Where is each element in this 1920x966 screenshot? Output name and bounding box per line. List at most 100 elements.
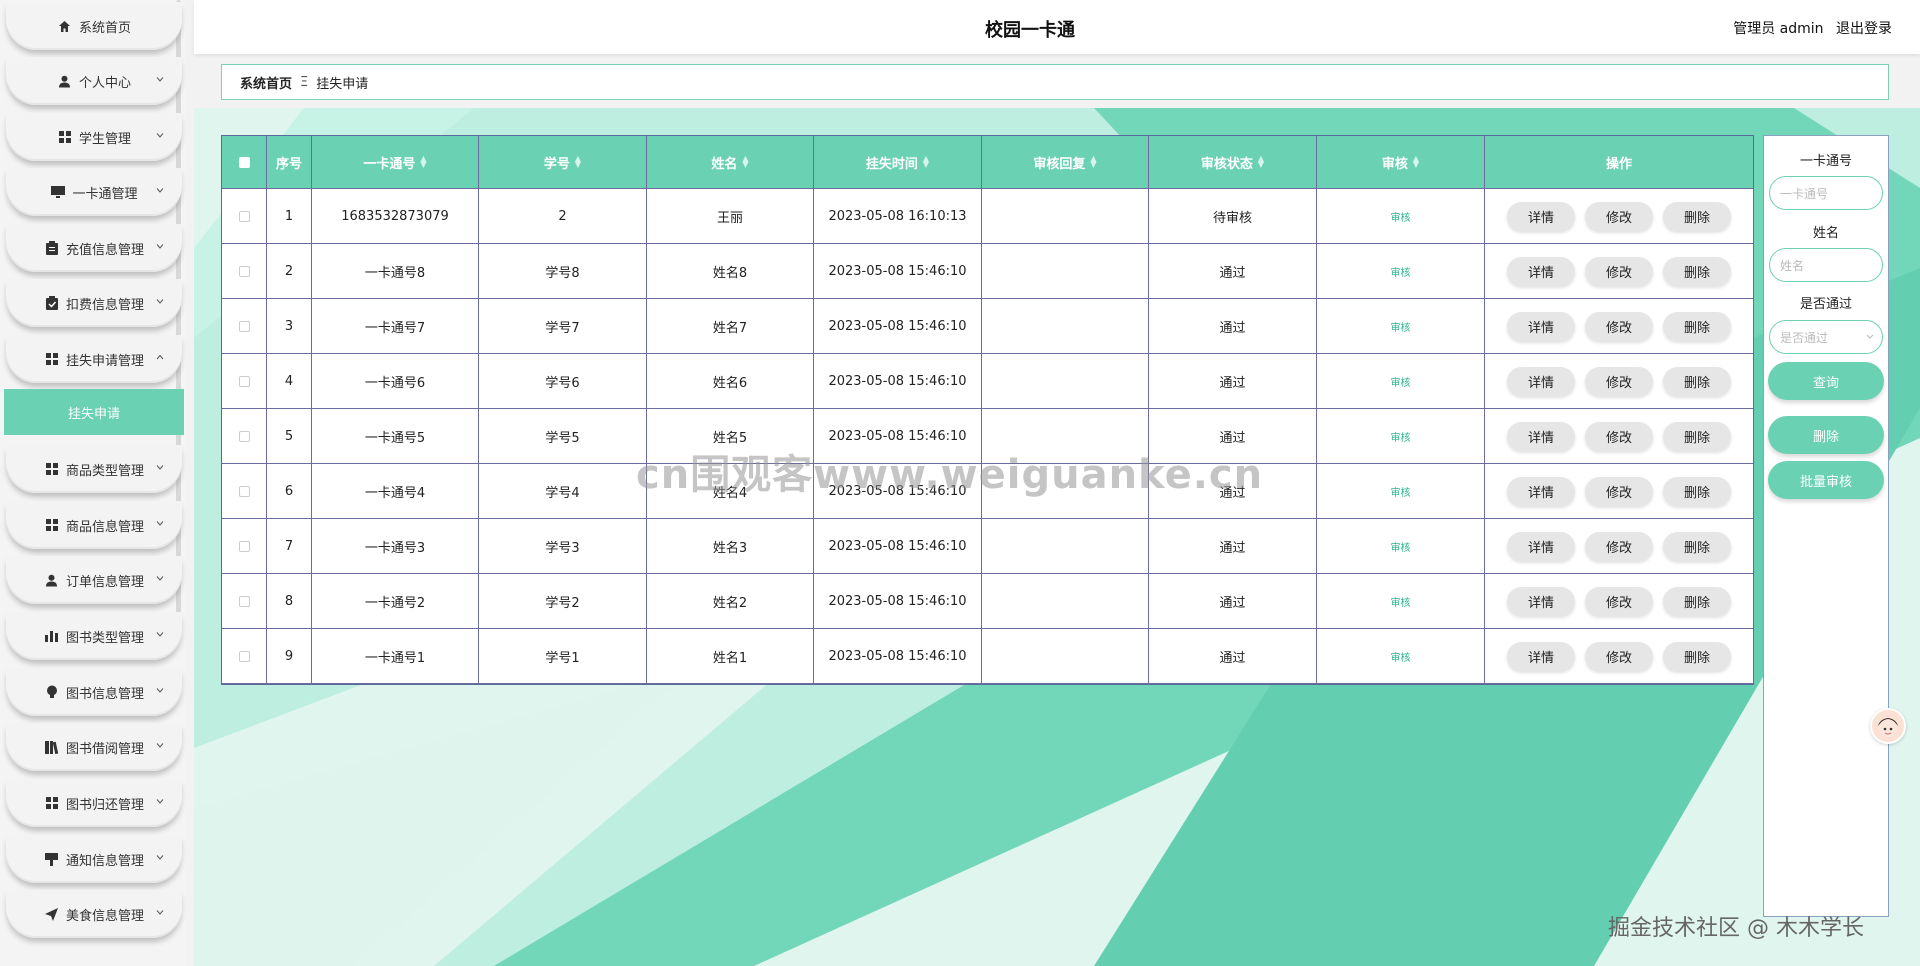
delete-row-button[interactable]: 删除 [1663,256,1731,286]
sidebar-item[interactable]: 图书类型管理 [6,612,182,660]
sidebar-item[interactable]: 挂失申请管理 [6,335,182,383]
audit-link[interactable]: 审核 [1391,649,1411,664]
column-header[interactable]: 姓名 ▲ ▼ [647,136,814,189]
edit-button[interactable]: 修改 [1585,586,1653,616]
sidebar-item[interactable]: 商品信息管理 [6,501,182,549]
cell-audit: 审核 [1317,519,1485,574]
audit-link[interactable]: 审核 [1391,209,1411,224]
row-checkbox[interactable] [238,595,250,607]
row-checkbox[interactable] [238,485,250,497]
column-header[interactable]: 一卡通号 ▲ ▼ [312,136,479,189]
edit-button[interactable]: 修改 [1585,256,1653,286]
audit-link[interactable]: 审核 [1391,484,1411,499]
card-no-input[interactable]: 一卡通号 [1769,176,1883,210]
edit-button[interactable]: 修改 [1585,476,1653,506]
column-header[interactable]: 审核 ▲ ▼ [1317,136,1485,189]
edit-button[interactable]: 修改 [1585,641,1653,671]
row-select-cell [222,354,267,409]
row-checkbox[interactable] [238,540,250,552]
sidebar-subitem-active[interactable]: 挂失申请 [4,389,184,435]
delete-row-button[interactable]: 删除 [1663,311,1731,341]
column-header[interactable]: 学号 ▲ ▼ [479,136,647,189]
name-input[interactable]: 姓名 [1769,248,1883,282]
sort-icon[interactable]: ▲ ▼ [1090,155,1096,169]
sidebar-item[interactable]: 一卡通管理 [6,168,182,216]
audit-link[interactable]: 审核 [1391,539,1411,554]
delete-row-button[interactable]: 删除 [1663,476,1731,506]
detail-button[interactable]: 详情 [1507,311,1575,341]
audit-link[interactable]: 审核 [1391,319,1411,334]
audit-link[interactable]: 审核 [1391,594,1411,609]
cell-loss-time: 2023-05-08 15:46:10 [814,244,982,299]
logout-link[interactable]: 退出登录 [1836,21,1892,37]
column-header[interactable]: 挂失时间 ▲ ▼ [814,136,982,189]
column-header-label: 一卡通号 [363,156,416,172]
detail-button[interactable]: 详情 [1507,586,1575,616]
detail-button[interactable]: 详情 [1507,641,1575,671]
detail-button[interactable]: 详情 [1507,421,1575,451]
audit-link[interactable]: 审核 [1391,374,1411,389]
row-select-cell [222,299,267,354]
delete-row-button[interactable]: 删除 [1663,531,1731,561]
edit-button[interactable]: 修改 [1585,201,1653,231]
sidebar-item[interactable]: 图书归还管理 [6,779,182,827]
row-checkbox[interactable] [238,265,250,277]
detail-button[interactable]: 详情 [1507,531,1575,561]
detail-button[interactable]: 详情 [1507,201,1575,231]
breadcrumb-home[interactable]: 系统首页 [240,73,292,92]
detail-button[interactable]: 详情 [1507,476,1575,506]
delete-row-button[interactable]: 删除 [1663,201,1731,231]
monitor-icon [50,184,66,200]
sort-icon[interactable]: ▲ ▼ [923,155,929,169]
cell-index: 5 [267,409,312,464]
column-header[interactable]: 审核回复 ▲ ▼ [982,136,1149,189]
sidebar-item[interactable]: 学生管理 [6,113,182,161]
row-checkbox[interactable] [238,430,250,442]
sort-icon[interactable]: ▲ ▼ [575,155,581,169]
cell-index: 8 [267,574,312,629]
select-all-checkbox[interactable] [238,156,250,168]
sort-icon[interactable]: ▲ ▼ [742,155,748,169]
sidebar-item[interactable]: 图书借阅管理 [6,723,182,771]
sidebar-item[interactable]: 个人中心 [6,57,182,105]
sidebar-item[interactable]: 扣费信息管理 [6,279,182,327]
audit-link[interactable]: 审核 [1391,264,1411,279]
cell-card-no: 一卡通号8 [312,244,479,299]
sidebar-item[interactable]: 通知信息管理 [6,835,182,883]
detail-button[interactable]: 详情 [1507,256,1575,286]
delete-row-button[interactable]: 删除 [1663,421,1731,451]
row-checkbox[interactable] [238,210,250,222]
batch-audit-button[interactable]: 批量审核 [1768,461,1884,499]
sidebar-item[interactable]: 商品类型管理 [6,445,182,493]
sort-icon[interactable]: ▲ ▼ [1258,155,1264,169]
edit-button[interactable]: 修改 [1585,366,1653,396]
edit-button[interactable]: 修改 [1585,531,1653,561]
edit-button[interactable]: 修改 [1585,421,1653,451]
query-button[interactable]: 查询 [1768,362,1884,400]
sidebar-item[interactable]: 图书信息管理 [6,668,182,716]
sort-icon[interactable]: ▲ ▼ [1413,155,1419,169]
row-checkbox[interactable] [238,650,250,662]
sidebar-item[interactable]: 系统首页 [6,2,182,50]
cell-loss-time: 2023-05-08 15:46:10 [814,299,982,354]
sidebar-scrollbar[interactable] [176,0,181,640]
delete-row-button[interactable]: 删除 [1663,366,1731,396]
clipboard-icon [44,240,60,256]
delete-row-button[interactable]: 删除 [1663,586,1731,616]
sidebar-item[interactable]: 充值信息管理 [6,224,182,272]
detail-button[interactable]: 详情 [1507,366,1575,396]
sidebar-item[interactable]: 订单信息管理 [6,556,182,604]
row-checkbox[interactable] [238,320,250,332]
delete-row-button[interactable]: 删除 [1663,641,1731,671]
row-checkbox[interactable] [238,375,250,387]
sidebar-item[interactable]: 美食信息管理 [6,890,182,938]
pass-select[interactable]: 是否通过 [1769,320,1883,354]
clipboard-check-icon [44,295,60,311]
audit-link[interactable]: 审核 [1391,429,1411,444]
sort-icon[interactable]: ▲ ▼ [420,155,426,169]
delete-button[interactable]: 删除 [1768,416,1884,454]
assistant-avatar[interactable] [1870,708,1906,744]
column-header[interactable]: 审核状态 ▲ ▼ [1149,136,1317,189]
column-header: 操作 [1485,136,1753,189]
edit-button[interactable]: 修改 [1585,311,1653,341]
